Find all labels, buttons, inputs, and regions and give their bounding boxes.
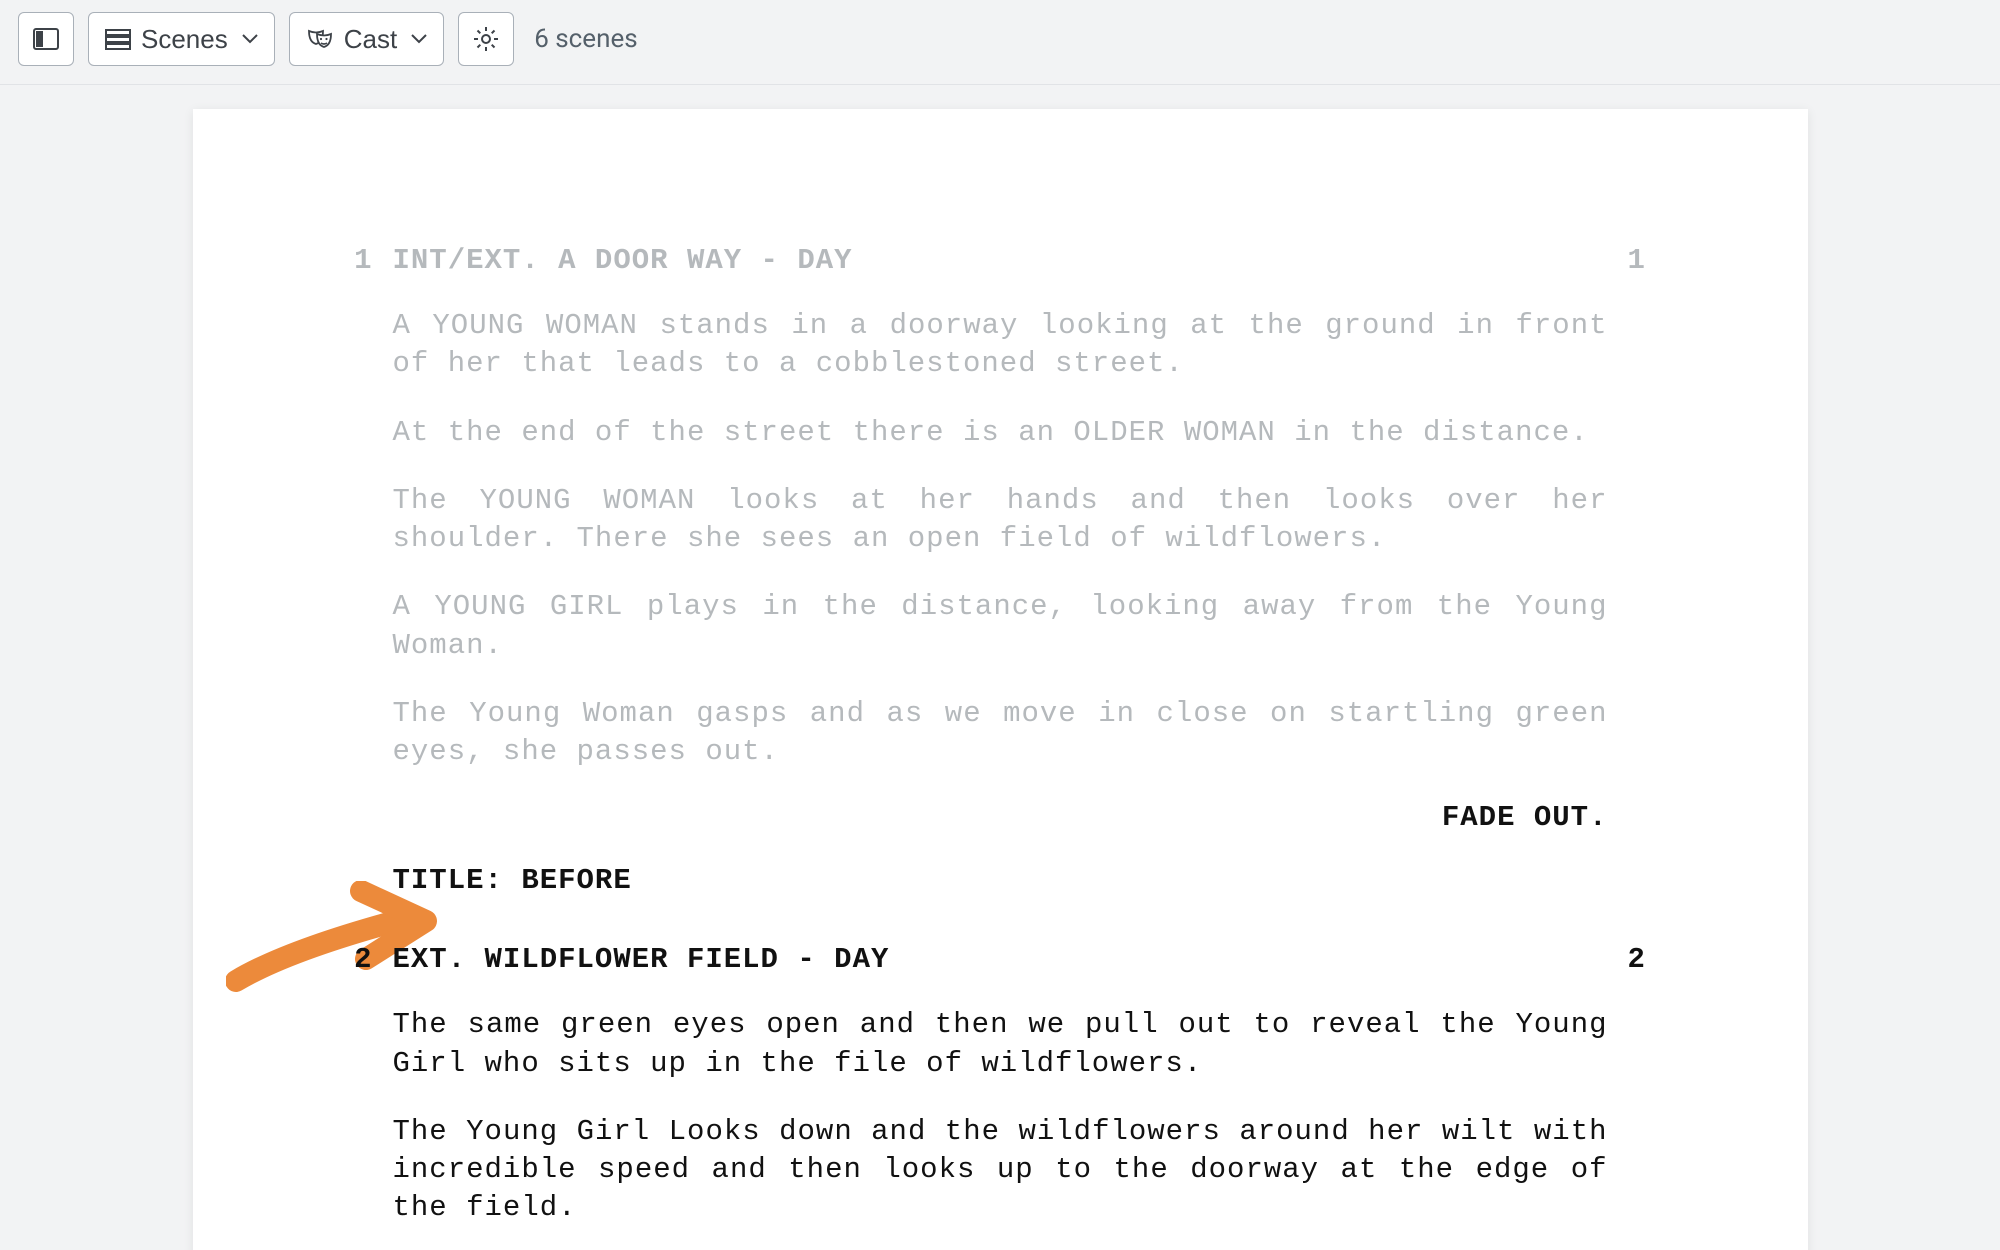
cast-masks-icon — [306, 28, 334, 50]
action-text[interactable]: A YOUNG WOMAN stands in a doorway lookin… — [393, 307, 1608, 384]
chevron-down-icon — [411, 34, 427, 44]
transition-text[interactable]: FADE OUT. — [393, 801, 1608, 834]
action-text[interactable]: The Young Woman gasps and as we move in … — [393, 695, 1608, 772]
action-text[interactable]: The Young Girl Looks down and the wildfl… — [393, 1113, 1608, 1228]
scene-number-left: 2 — [293, 943, 373, 976]
title-card-block: TITLE: BEFORE — [393, 864, 1608, 897]
scenes-dropdown-button[interactable]: Scenes — [88, 12, 275, 66]
scene-number-right: 2 — [1628, 943, 1708, 976]
scene-heading-1[interactable]: INT/EXT. A DOOR WAY - DAY — [393, 244, 1608, 277]
scenes-list-icon — [105, 28, 131, 50]
toolbar: Scenes Cast — [0, 0, 2000, 85]
cast-button-label: Cast — [344, 24, 397, 55]
panel-toggle-button[interactable] — [18, 12, 74, 66]
scene-block-2: 2 2 EXT. WILDFLOWER FIELD - DAY The same… — [393, 943, 1608, 1227]
scene-count-label: 6 scenes — [534, 24, 637, 54]
action-text[interactable]: A YOUNG GIRL plays in the distance, look… — [393, 588, 1608, 665]
page-container: 1 1 INT/EXT. A DOOR WAY - DAY A YOUNG WO… — [0, 85, 2000, 1250]
cast-dropdown-button[interactable]: Cast — [289, 12, 444, 66]
script-page[interactable]: 1 1 INT/EXT. A DOOR WAY - DAY A YOUNG WO… — [193, 109, 1808, 1250]
panel-icon — [33, 28, 59, 50]
action-text[interactable]: At the end of the street there is an OLD… — [393, 414, 1608, 452]
action-text[interactable]: The YOUNG WOMAN looks at her hands and t… — [393, 482, 1608, 559]
scene-number-right: 1 — [1628, 244, 1708, 277]
action-text[interactable]: The same green eyes open and then we pul… — [393, 1006, 1608, 1083]
chevron-down-icon — [242, 34, 258, 44]
gear-icon — [473, 26, 499, 52]
scene-number-left: 1 — [293, 244, 373, 277]
scenes-button-label: Scenes — [141, 24, 228, 55]
scene-block-1: 1 1 INT/EXT. A DOOR WAY - DAY A YOUNG WO… — [393, 244, 1608, 771]
transition-block: FADE OUT. — [393, 801, 1608, 834]
title-card-text[interactable]: TITLE: BEFORE — [393, 864, 1608, 897]
scene-heading-2[interactable]: EXT. WILDFLOWER FIELD - DAY — [393, 943, 1608, 976]
settings-button[interactable] — [458, 12, 514, 66]
